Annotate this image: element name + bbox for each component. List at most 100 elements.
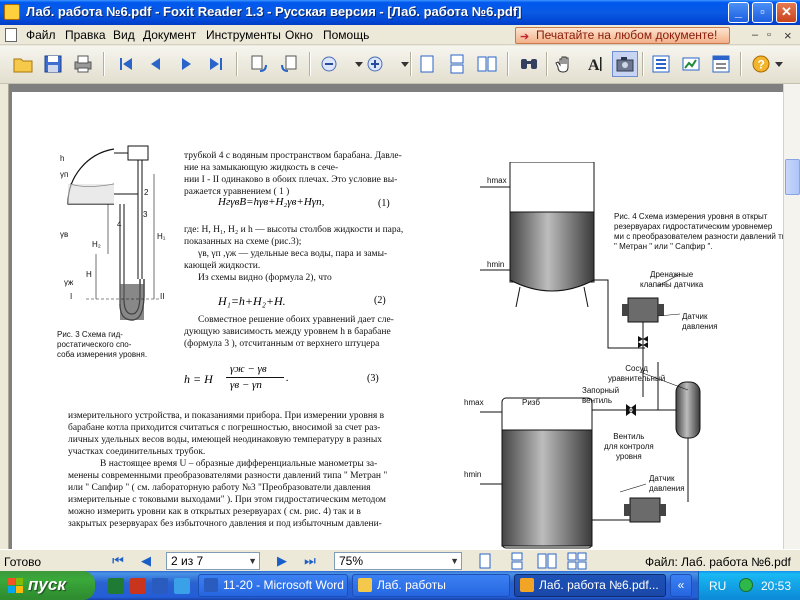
navigation-pane-handle[interactable]	[0, 84, 9, 549]
network-icon[interactable]	[739, 578, 753, 592]
menu-window[interactable]: Окно	[285, 28, 313, 42]
chevron-down-icon[interactable]: ▼	[248, 553, 257, 569]
continuous-view-button[interactable]	[506, 552, 528, 570]
last-page-icon[interactable]	[203, 51, 229, 77]
rotate-right-icon[interactable]	[276, 51, 302, 77]
language-indicator[interactable]: RU	[709, 579, 726, 593]
text-line: измерительные с токовыми выходами" ). Пр…	[68, 495, 386, 505]
document-icon[interactable]	[5, 28, 17, 42]
start-button[interactable]: пуск	[0, 571, 95, 600]
title-bar: Лаб. работа №6.pdf - Foxit Reader 1.3 - …	[0, 0, 800, 25]
text-line: кающей жидкости.	[184, 261, 261, 271]
label-line: Запорный	[582, 386, 620, 395]
menu-help[interactable]: Помощь	[323, 28, 369, 42]
menu-document[interactable]: Документ	[143, 28, 196, 42]
task-word[interactable]: 11-20 - Microsoft Word	[198, 574, 348, 597]
doc-minimize-button[interactable]: –	[752, 29, 758, 41]
single-page-view-button[interactable]	[474, 552, 496, 570]
window-title: Лаб. работа №6.pdf - Foxit Reader 1.3 - …	[26, 4, 522, 19]
clock[interactable]: 20:53	[761, 579, 791, 593]
paragraph-2: где: H, H₁, H₂ и h — высоты столбов жидк…	[184, 224, 403, 284]
scrollbar-thumb[interactable]	[785, 159, 800, 195]
minimize-button[interactable]: _	[728, 2, 749, 23]
foxit-app-icon[interactable]	[4, 4, 20, 20]
caption-line: " Метран " или " Сапфир ".	[614, 242, 713, 251]
task-folder[interactable]: Лаб. работы	[352, 574, 510, 597]
zoom-in-icon[interactable]	[362, 51, 388, 77]
facing-icon[interactable]	[474, 51, 500, 77]
menu-view[interactable]: Вид	[113, 28, 135, 42]
print-icon[interactable]	[70, 51, 96, 77]
label-line: Датчик	[649, 474, 675, 483]
prev-page-button[interactable]: ◀	[136, 552, 156, 570]
bookmarks-icon[interactable]	[648, 51, 674, 77]
word-quicklaunch-icon[interactable]	[152, 578, 168, 594]
last-page-button[interactable]: ⏭	[300, 552, 320, 570]
print-anything-ad-button[interactable]: ➔ Печатайте на любом документе!	[515, 27, 730, 44]
text-line: Из схемы видно (формула 2), что	[198, 273, 332, 283]
text-line: (формула 3 ), отсчитанным от верхнего шт…	[184, 339, 380, 349]
pdf-page[interactable]: h γп γв H₂ 2 3 4 H₁ γж H I II Рис. 3 Схе…	[12, 92, 784, 549]
arrow-icon: ➔	[520, 31, 530, 43]
formula-3-numerator: γж − γв	[230, 363, 267, 375]
menu-edit[interactable]: Правка	[65, 28, 106, 42]
single-page-icon[interactable]	[414, 51, 440, 77]
hand-tool-icon[interactable]	[552, 51, 578, 77]
fig3-label-h: h	[60, 154, 65, 163]
word-icon	[204, 578, 218, 592]
help-icon[interactable]: ?	[748, 51, 774, 77]
facing-view-button[interactable]	[536, 552, 558, 570]
save-icon[interactable]	[40, 51, 66, 77]
menu-file[interactable]: Файл	[26, 28, 56, 42]
pages-icon[interactable]	[678, 51, 704, 77]
text-select-icon[interactable]: A	[582, 51, 608, 77]
label-line: уравнительный	[608, 374, 666, 383]
browser-quicklaunch-icon[interactable]	[174, 578, 190, 594]
rotate-left-icon[interactable]	[246, 51, 272, 77]
powerpoint-quicklaunch-icon[interactable]	[130, 578, 146, 594]
fig4-label-vessel: Сосуд уравнительный	[608, 364, 665, 384]
next-page-icon[interactable]	[173, 51, 199, 77]
svg-text:A: A	[588, 57, 600, 74]
snapshot-icon[interactable]	[612, 51, 638, 77]
text-line: В настоящее время U – образные дифференц…	[100, 459, 378, 469]
excel-quicklaunch-icon[interactable]	[108, 578, 124, 594]
continuous-facing-view-button[interactable]	[566, 552, 588, 570]
close-button[interactable]: ✕	[776, 2, 797, 23]
help-dropdown-icon[interactable]	[772, 51, 786, 77]
taskbar-overflow-button[interactable]: «	[670, 574, 692, 597]
doc-restore-button[interactable]: ▫	[767, 29, 771, 41]
fraction-bar	[226, 377, 284, 378]
equation-number-1: (1)	[378, 198, 390, 209]
chevron-down-icon[interactable]: ▼	[450, 553, 459, 569]
windows-logo-icon	[8, 578, 23, 593]
continuous-icon[interactable]	[444, 51, 470, 77]
figure-3-caption: Рис. 3 Схема гид- ростатического спо- со…	[57, 330, 147, 360]
doc-close-button[interactable]: ×	[784, 28, 792, 43]
first-page-icon[interactable]	[113, 51, 139, 77]
label-line: давления	[649, 484, 685, 493]
task-foxit[interactable]: Лаб. работа №6.pdf...	[514, 574, 666, 597]
figure-3-diagram	[67, 145, 161, 321]
next-page-button[interactable]: ▶	[272, 552, 292, 570]
open-icon[interactable]	[10, 51, 36, 77]
fig3-label-H: H	[86, 270, 92, 279]
zoom-out-icon[interactable]	[316, 51, 342, 77]
page-number-field[interactable]: 2 из 7 ▼	[166, 552, 260, 570]
first-page-button[interactable]: ⏮	[108, 552, 128, 570]
text-line: показанных на схеме (рис.3);	[184, 237, 302, 247]
prev-page-icon[interactable]	[143, 51, 169, 77]
formula-2: H₁=h+H₂+H.	[218, 294, 286, 308]
layers-icon[interactable]	[708, 51, 734, 77]
vertical-scrollbar[interactable]	[783, 84, 800, 549]
text-line: или " Сапфир " ( см. лабораторную работу…	[68, 483, 371, 493]
zoom-field[interactable]: 75% ▼	[334, 552, 462, 570]
text-line: γв, γп ,γж — удельные веса воды, пара и …	[198, 249, 388, 259]
label-line: Дренажные	[650, 270, 694, 279]
text-line: участках соединительных трубок.	[68, 447, 206, 457]
menu-tools[interactable]: Инструменты	[206, 28, 281, 42]
maximize-button[interactable]: ▫	[752, 2, 773, 23]
find-icon[interactable]	[516, 51, 542, 77]
formula-3-period: .	[286, 372, 289, 384]
fig3-label-H1: H₁	[157, 232, 166, 241]
